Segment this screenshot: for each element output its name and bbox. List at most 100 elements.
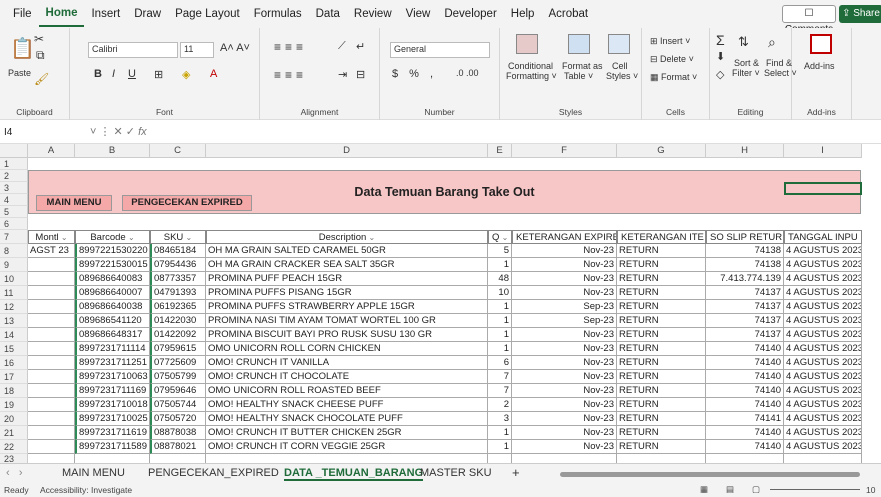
table-cell[interactable]: PROMINA PUFFS PISANG 15GR <box>206 286 488 300</box>
fill-color-icon[interactable]: ◈ <box>182 68 190 81</box>
table-cell[interactable]: 1 <box>488 440 512 454</box>
table-cell[interactable]: OMO! CRUNCH IT BUTTER CHICKEN 25GR <box>206 426 488 440</box>
header-f[interactable]: KETERANGAN EXPIRE ⌄ <box>512 230 617 244</box>
table-cell[interactable]: 01422092 <box>150 328 206 342</box>
table-cell[interactable]: 74140 <box>706 440 784 454</box>
table-cell[interactable]: 07954436 <box>150 258 206 272</box>
table-cell[interactable]: RETURN <box>617 398 706 412</box>
table-cell[interactable] <box>28 412 75 426</box>
align-top-icons[interactable]: ≡≡≡ <box>274 40 307 54</box>
table-cell[interactable] <box>28 398 75 412</box>
table-cell[interactable]: 8997231710025 <box>75 412 150 426</box>
row-header-19[interactable]: 19 <box>0 398 28 412</box>
row-header-17[interactable]: 17 <box>0 370 28 384</box>
table-cell[interactable]: 4 AGUSTUS 2023 <box>784 398 862 412</box>
table-cell[interactable]: 8997231710018 <box>75 398 150 412</box>
sheet-tab-master-sku[interactable]: MASTER SKU <box>420 467 492 479</box>
table-cell[interactable]: 1 <box>488 426 512 440</box>
table-cell[interactable] <box>28 300 75 314</box>
table-cell[interactable] <box>28 384 75 398</box>
table-cell[interactable]: PROMINA PUFFS STRAWBERRY APPLE 15GR <box>206 300 488 314</box>
row-header-20[interactable]: 20 <box>0 412 28 426</box>
menu-tab-view[interactable]: View <box>399 0 438 28</box>
table-cell[interactable]: 8997231710063 <box>75 370 150 384</box>
table-cell[interactable]: OH MA GRAIN CRACKER SEA SALT 35GR <box>206 258 488 272</box>
table-cell[interactable]: RETURN <box>617 258 706 272</box>
share-button[interactable]: ⇪ Share <box>839 5 881 23</box>
table-cell[interactable]: 4 AGUSTUS 2023 <box>784 300 862 314</box>
pengecekan-expired-button[interactable]: PENGECEKAN EXPIRED <box>122 195 252 211</box>
column-header-g[interactable]: G <box>617 144 706 158</box>
table-cell[interactable] <box>28 286 75 300</box>
table-cell[interactable]: 1 <box>488 300 512 314</box>
currency-percent-icons[interactable]: $ % , <box>392 68 437 80</box>
add-sheet-button[interactable]: + <box>512 465 520 480</box>
table-cell[interactable]: 07505720 <box>150 412 206 426</box>
table-cell[interactable]: OMO! CRUNCH IT VANILLA <box>206 356 488 370</box>
table-cell[interactable]: Nov-23 <box>512 286 617 300</box>
conditional-label[interactable]: Conditional <box>508 61 553 71</box>
table-cell[interactable]: 089686640083 <box>75 272 150 286</box>
menu-tab-draw[interactable]: Draw <box>127 0 168 28</box>
column-header-d[interactable]: D <box>206 144 488 158</box>
table-cell[interactable]: 4 AGUSTUS 2023 <box>784 286 862 300</box>
table-cell[interactable]: RETURN <box>617 412 706 426</box>
header-h[interactable]: SO SLIP RETUR ⌄ <box>706 230 784 244</box>
menu-tab-file[interactable]: File <box>6 0 39 28</box>
table-cell[interactable] <box>28 440 75 454</box>
fill-icon[interactable]: ⬇ <box>716 50 725 63</box>
row-header-15[interactable]: 15 <box>0 342 28 356</box>
sort-label[interactable]: Sort & <box>734 58 759 68</box>
table-cell[interactable]: OMO UNICORN ROLL ROASTED BEEF <box>206 384 488 398</box>
table-cell[interactable]: 7 <box>488 370 512 384</box>
table-cell[interactable]: RETURN <box>617 272 706 286</box>
table-cell[interactable] <box>28 272 75 286</box>
table-cell[interactable]: 8997231711169 <box>75 384 150 398</box>
find-label[interactable]: Find & <box>766 58 792 68</box>
zoom-slider[interactable] <box>770 489 860 490</box>
row-header-7[interactable]: 7 <box>0 230 28 244</box>
table-cell-partial[interactable] <box>784 454 862 463</box>
table-cell[interactable]: Nov-23 <box>512 356 617 370</box>
font-color-icon[interactable]: A <box>210 68 217 80</box>
row-header-13[interactable]: 13 <box>0 314 28 328</box>
table-cell[interactable]: 4 AGUSTUS 2023 <box>784 412 862 426</box>
table-cell[interactable]: 74140 <box>706 384 784 398</box>
table-cell[interactable]: 07725609 <box>150 356 206 370</box>
table-cell[interactable]: Nov-23 <box>512 426 617 440</box>
row-header-21[interactable]: 21 <box>0 426 28 440</box>
table-cell[interactable] <box>28 328 75 342</box>
table-cell[interactable]: Nov-23 <box>512 272 617 286</box>
table-cell-partial[interactable] <box>488 454 512 463</box>
row-header-22[interactable]: 22 <box>0 440 28 454</box>
table-cell[interactable]: 74141 <box>706 412 784 426</box>
table-cell[interactable]: 74138 <box>706 258 784 272</box>
column-header-i[interactable]: I <box>784 144 862 158</box>
merge-icon[interactable]: ⊟ <box>356 68 365 81</box>
sheet-tab-pengecekan[interactable]: PENGECEKAN_EXPIRED <box>148 467 279 479</box>
row-header-16[interactable]: 16 <box>0 356 28 370</box>
table-cell[interactable]: Nov-23 <box>512 398 617 412</box>
table-cell[interactable]: 74137 <box>706 328 784 342</box>
header-d[interactable]: Description ⌄ <box>206 230 488 244</box>
table-cell[interactable]: 1 <box>488 314 512 328</box>
table-cell[interactable]: 74140 <box>706 398 784 412</box>
header-c[interactable]: SKU ⌄ <box>150 230 206 244</box>
menu-tab-review[interactable]: Review <box>347 0 399 28</box>
select-all-corner[interactable] <box>0 144 28 158</box>
italic-button[interactable]: I <box>112 68 115 80</box>
table-cell[interactable]: 4 AGUSTUS 2023 <box>784 440 862 454</box>
table-cell[interactable]: OMO! CRUNCH IT CORN VEGGIE 25GR <box>206 440 488 454</box>
table-cell[interactable]: 4 AGUSTUS 2023 <box>784 370 862 384</box>
cell-styles-label[interactable]: Cell <box>612 61 628 71</box>
table-cell[interactable]: 74137 <box>706 314 784 328</box>
table-cell[interactable]: 8997221530220 <box>75 244 150 258</box>
addins-button[interactable]: Add-ins <box>804 61 835 71</box>
table-cell[interactable]: 74140 <box>706 426 784 440</box>
table-cell[interactable]: 74140 <box>706 370 784 384</box>
table-cell[interactable]: OMO! HEALTHY SNACK CHOCOLATE PUFF <box>206 412 488 426</box>
row-header-11[interactable]: 11 <box>0 286 28 300</box>
table-cell[interactable]: 4 AGUSTUS 2023 <box>784 314 862 328</box>
table-cell[interactable]: RETURN <box>617 440 706 454</box>
filter-dropdown-icon[interactable]: ⌄ <box>366 233 376 242</box>
